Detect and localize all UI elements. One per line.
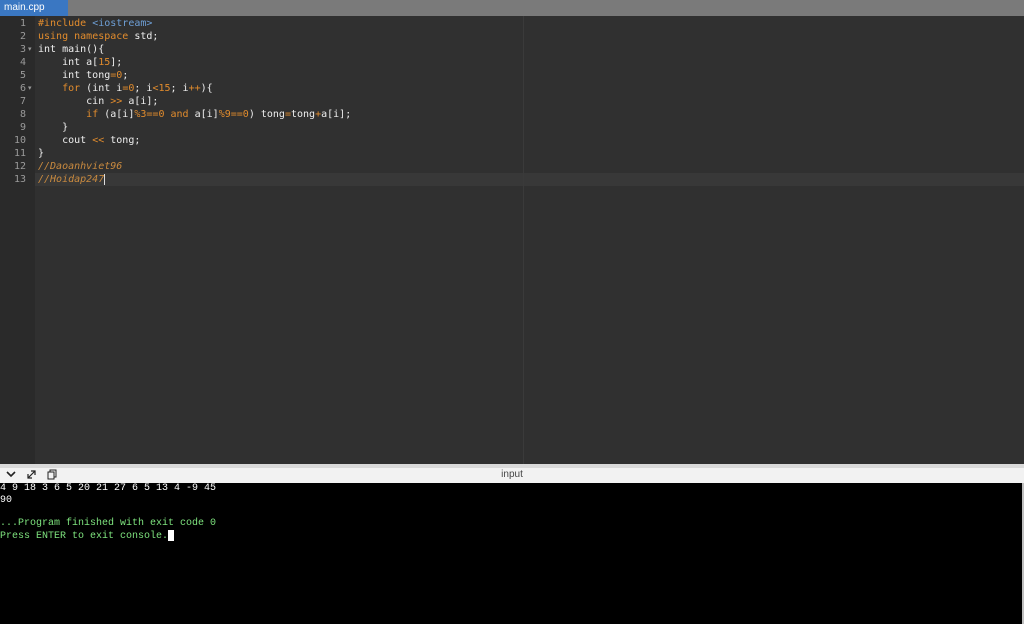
print-margin <box>523 16 524 464</box>
code-line-8: if (a[i]%3==0 and a[i]%9==0) tong=tong+a… <box>86 109 352 120</box>
expand-icon[interactable] <box>24 469 38 482</box>
code-line-3: int main(){ <box>38 44 105 55</box>
code-line-4: int a[15]; <box>38 57 123 68</box>
line-number: 6 <box>19 83 26 94</box>
line-number: 5 <box>19 70 26 81</box>
code-line-5: int tong=0; <box>38 70 129 81</box>
text-cursor <box>104 173 106 185</box>
line-number: 10 <box>13 135 26 146</box>
line-number-gutter: 1 2 3 ▾ 4 5 6 ▾ 7 8 9 10 11 12 13 <box>0 16 35 464</box>
fold-toggle-icon[interactable]: ▾ <box>28 82 32 95</box>
line-number: 11 <box>13 148 26 159</box>
console-exit-line: ...Program finished with exit code 0 <box>0 518 217 529</box>
line-number: 12 <box>13 161 26 172</box>
fold-toggle-icon[interactable]: ▾ <box>28 43 32 56</box>
tab-bar: main.cpp <box>0 0 1024 16</box>
console-prompt-text: Press ENTER to exit console. <box>0 531 169 543</box>
line-number: 9 <box>19 122 26 133</box>
console-output[interactable]: 4 9 18 3 6 5 20 21 27 6 5 13 4 -9 45 90 … <box>0 483 1022 624</box>
code-line-11: } <box>38 148 45 159</box>
code-area[interactable]: #include <iostream> using namespace std;… <box>35 16 1024 464</box>
code-line-6: for (int i=0; i<15; i++){ <box>62 83 213 94</box>
code-line-13: //Hoidap247 <box>38 173 106 185</box>
console-panel-header: input <box>0 468 1024 483</box>
line-number: 8 <box>19 109 26 120</box>
tab-main-cpp[interactable]: main.cpp <box>0 0 68 16</box>
code-line-10: cout << tong; <box>38 135 141 146</box>
code-line-1: #include <iostream> <box>38 18 153 29</box>
line-number: 7 <box>19 96 26 107</box>
line-number: 1 <box>19 18 26 29</box>
line-number: 13 <box>13 174 26 185</box>
console-panel-title: input <box>501 469 523 480</box>
copy-icon[interactable] <box>45 469 59 482</box>
console-prompt-line: Press ENTER to exit console. <box>0 530 175 543</box>
code-line-7: cin >> a[i]; <box>38 96 159 107</box>
line-number: 4 <box>19 57 26 68</box>
code-line-9: } <box>38 122 69 133</box>
chevron-down-icon[interactable] <box>4 469 18 482</box>
line-number: 3 <box>19 44 26 55</box>
code-line-12: //Daoanhviet96 <box>38 161 123 172</box>
console-output-line: 90 <box>0 495 13 506</box>
console-cursor <box>168 530 175 541</box>
code-line-2: using namespace std; <box>38 31 159 42</box>
console-input-line: 4 9 18 3 6 5 20 21 27 6 5 13 4 -9 45 <box>0 483 217 494</box>
line-number: 2 <box>19 31 26 42</box>
code-editor[interactable]: 1 2 3 ▾ 4 5 6 ▾ 7 8 9 10 11 12 13 #inclu… <box>0 16 1024 464</box>
